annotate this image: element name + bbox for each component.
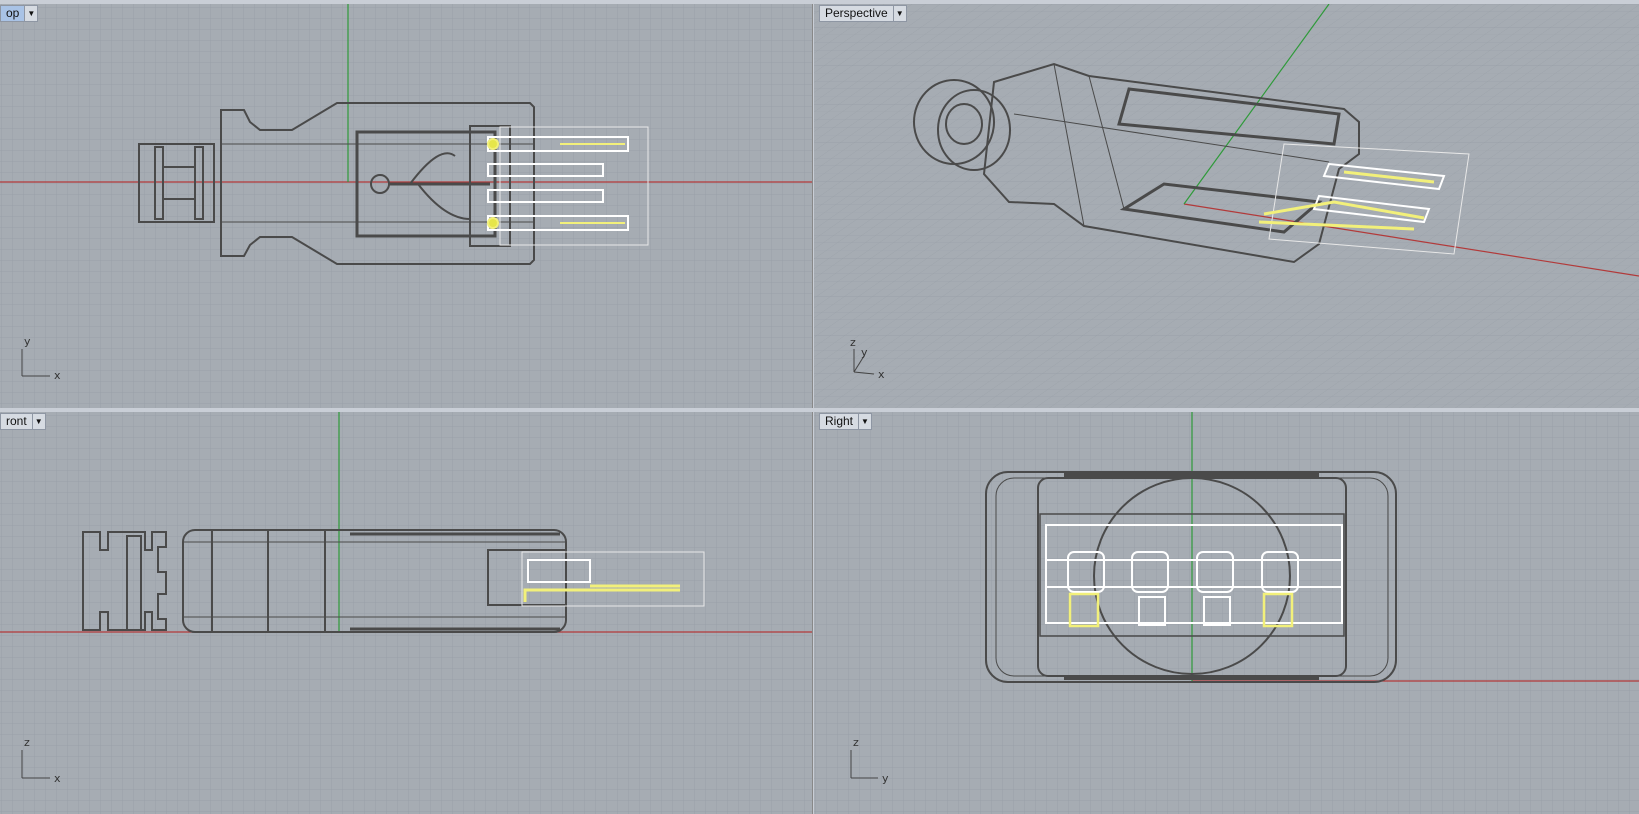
right-view-canvas[interactable]: z y bbox=[814, 412, 1639, 814]
axis-label-y: y bbox=[882, 772, 889, 785]
viewport-front[interactable]: ront ▼ z x bbox=[0, 412, 813, 814]
axis-label-x: x bbox=[878, 368, 885, 381]
front-view-canvas[interactable]: z x bbox=[0, 412, 812, 814]
axis-label-z: z bbox=[853, 736, 859, 749]
axis-label-x: x bbox=[54, 772, 61, 785]
viewport-name[interactable]: op bbox=[0, 5, 25, 22]
axis-label-z: z bbox=[24, 736, 30, 749]
viewport-name[interactable]: Right bbox=[819, 413, 859, 430]
viewport-top[interactable]: op ▼ y x bbox=[0, 4, 813, 408]
viewport-title-right[interactable]: Right ▼ bbox=[819, 413, 873, 430]
chevron-down-icon[interactable]: ▼ bbox=[31, 413, 46, 430]
chevron-down-icon[interactable]: ▼ bbox=[24, 5, 39, 22]
viewport-title-top[interactable]: op ▼ bbox=[0, 5, 39, 22]
viewport-name[interactable]: Perspective bbox=[819, 5, 893, 22]
viewport-title-front[interactable]: ront ▼ bbox=[0, 413, 46, 430]
axis-label-z: z bbox=[850, 336, 856, 349]
rhino-workspace: op ▼ y x Perspective ▼ z y x ront ▼ z x … bbox=[0, 0, 1639, 814]
top-view-canvas[interactable]: y x bbox=[0, 4, 812, 408]
axis-label-y: y bbox=[24, 335, 31, 348]
viewport-name[interactable]: ront bbox=[0, 413, 32, 430]
viewport-title-perspective[interactable]: Perspective ▼ bbox=[819, 5, 907, 22]
viewport-perspective[interactable]: Perspective ▼ z y x bbox=[814, 4, 1639, 408]
axis-label-x: x bbox=[54, 369, 61, 382]
viewport-right[interactable]: Right ▼ z y bbox=[814, 412, 1639, 814]
axis-label-y: y bbox=[861, 346, 868, 359]
perspective-view-canvas[interactable]: z y x bbox=[814, 4, 1639, 408]
chevron-down-icon[interactable]: ▼ bbox=[858, 413, 873, 430]
chevron-down-icon[interactable]: ▼ bbox=[892, 5, 907, 22]
